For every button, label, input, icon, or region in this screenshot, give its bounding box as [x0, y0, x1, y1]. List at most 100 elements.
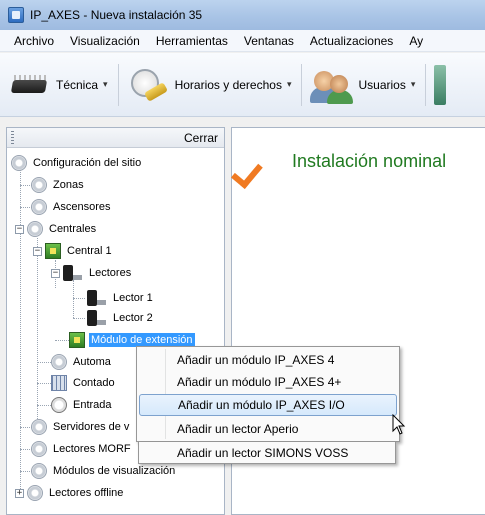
tree-item-central-1[interactable]: − Central 1 — [33, 241, 114, 261]
menu-item-add-reader-simons-voss[interactable]: Añadir un lector SIMONS VOSS — [138, 442, 396, 464]
chevron-down-icon: ▾ — [286, 79, 292, 89]
menu-ayuda[interactable]: Ay — [401, 34, 431, 48]
tree-label: Zonas — [53, 179, 84, 191]
expand-toggle[interactable]: + — [15, 488, 24, 498]
tree-label: Módulos de visualización — [53, 465, 176, 477]
next-toolbar-icon[interactable] — [434, 64, 447, 105]
tree-item-automatismos[interactable]: Automa — [51, 352, 113, 372]
tree-label: Ascensores — [53, 201, 111, 213]
tree-label: Lector 2 — [113, 312, 153, 324]
panel-header: Cerrar — [7, 128, 224, 148]
tree-item-servidores[interactable]: Servidores de v — [31, 417, 131, 437]
gear-icon — [27, 485, 43, 501]
chevron-down-icon: ▾ — [410, 79, 416, 89]
toolbar-separator — [301, 63, 303, 106]
context-menu: Añadir un módulo IP_AXES 4 Añadir un mód… — [136, 346, 400, 442]
tree-line — [55, 340, 69, 341]
reader-icon — [87, 290, 107, 306]
reader-icon — [87, 310, 107, 326]
menu-ventanas[interactable]: Ventanas — [236, 34, 302, 48]
menu-visualizacion[interactable]: Visualización — [62, 34, 148, 48]
usuarios-button[interactable]: Usuarios ▾ — [310, 65, 415, 105]
window-title: IP_AXES - Nueva instalación 35 — [30, 8, 203, 22]
title-bar: IP_AXES - Nueva instalación 35 — [0, 0, 485, 30]
gear-icon — [11, 155, 27, 171]
tree-label: Servidores de v — [53, 421, 130, 433]
tree-line — [37, 405, 51, 406]
tree-item-lectores[interactable]: − Lectores — [51, 263, 133, 283]
tree-line — [73, 280, 74, 318]
tree-item-zonas[interactable]: Zonas — [31, 175, 86, 195]
menu-item-add-reader-aperio[interactable]: Añadir un lector Aperio — [139, 418, 397, 440]
toolbar-separator — [117, 63, 119, 106]
tree-line — [37, 383, 51, 384]
clock-key-icon — [127, 63, 171, 107]
gear-icon — [51, 354, 67, 370]
tree-line — [73, 298, 85, 299]
tree-label: Lectores MORF — [53, 443, 131, 455]
chevron-down-icon: ▾ — [103, 79, 108, 89]
tree-label: Centrales — [49, 223, 97, 235]
gear-icon — [27, 221, 43, 237]
tree-item-entradas[interactable]: Entrada — [51, 395, 114, 415]
toolbar: Técnica ▾ Horarios y derechos ▾ Usuarios… — [0, 53, 485, 117]
mouse-pointer-icon — [392, 414, 406, 435]
tecnica-label: Técnica — [56, 77, 99, 92]
circuit-board-icon — [10, 72, 50, 98]
app-icon — [8, 7, 24, 23]
tree-item-modulos-visualizacion[interactable]: Módulos de visualización — [31, 461, 177, 481]
counter-icon — [51, 375, 67, 391]
menu-archivo[interactable]: Archivo — [6, 34, 62, 48]
tree-item-root[interactable]: Configuración del sitio — [11, 153, 143, 173]
tree-item-lectores-morf[interactable]: Lectores MORF — [31, 439, 133, 459]
tree-item-contadores[interactable]: Contado — [51, 373, 117, 393]
tree-item-ascensores[interactable]: Ascensores — [31, 197, 112, 217]
checkmark-icon — [246, 146, 280, 176]
tree-line — [20, 168, 21, 497]
tecnica-button[interactable]: Técnica ▾ — [10, 72, 108, 98]
menu-actualizaciones[interactable]: Actualizaciones — [302, 34, 401, 48]
tree-label: Configuración del sitio — [33, 157, 142, 169]
tree-label: Módulo de extensión — [89, 333, 195, 347]
horarios-button[interactable]: Horarios y derechos ▾ — [127, 63, 292, 107]
menu-item-add-module-io[interactable]: Añadir un módulo IP_AXES I/O — [139, 394, 397, 416]
grip-icon[interactable] — [11, 131, 14, 144]
reader-icon — [63, 265, 83, 281]
tree-label: Contado — [73, 377, 115, 389]
tree-item-lector-2[interactable]: Lector 2 — [87, 308, 155, 328]
tree-line — [37, 362, 51, 363]
users-icon — [310, 65, 354, 105]
gear-icon — [31, 441, 47, 457]
menu-item-add-module-4[interactable]: Añadir un módulo IP_AXES 4 — [139, 349, 397, 371]
gear-icon — [31, 419, 47, 435]
controller-icon — [45, 243, 61, 259]
tree-item-centrales[interactable]: − Centrales — [15, 219, 98, 239]
menu-bar: Archivo Visualización Herramientas Venta… — [0, 30, 485, 52]
horarios-label: Horarios y derechos — [174, 77, 282, 92]
collapse-toggle[interactable]: − — [51, 268, 60, 278]
close-panel-button[interactable]: Cerrar — [184, 131, 218, 145]
tree-item-lectores-offline[interactable]: + Lectores offline — [15, 483, 125, 503]
tree-label: Entrada — [73, 399, 112, 411]
collapse-toggle[interactable]: − — [33, 246, 42, 256]
usuarios-label: Usuarios — [358, 77, 406, 92]
gear-icon — [31, 199, 47, 215]
tree-line — [37, 238, 38, 421]
installation-status: Instalación nominal — [292, 150, 447, 171]
gear-icon — [31, 177, 47, 193]
tree-label: Lector 1 — [113, 292, 153, 304]
toolbar-separator — [425, 63, 427, 106]
tree-line — [73, 318, 85, 319]
tree-label: Automa — [73, 356, 111, 368]
status-row: Instalación nominal — [246, 146, 446, 176]
collapse-toggle[interactable]: − — [15, 224, 24, 234]
tree-label: Lectores — [89, 267, 132, 279]
menu-herramientas[interactable]: Herramientas — [148, 34, 236, 48]
tree-label: Central 1 — [67, 245, 112, 257]
gear-icon — [31, 463, 47, 479]
clock-icon — [51, 397, 67, 413]
tree-label: Lectores offline — [49, 487, 124, 499]
module-icon — [69, 332, 85, 348]
tree-item-lector-1[interactable]: Lector 1 — [87, 288, 155, 308]
menu-item-add-module-4plus[interactable]: Añadir un módulo IP_AXES 4+ — [139, 371, 397, 393]
